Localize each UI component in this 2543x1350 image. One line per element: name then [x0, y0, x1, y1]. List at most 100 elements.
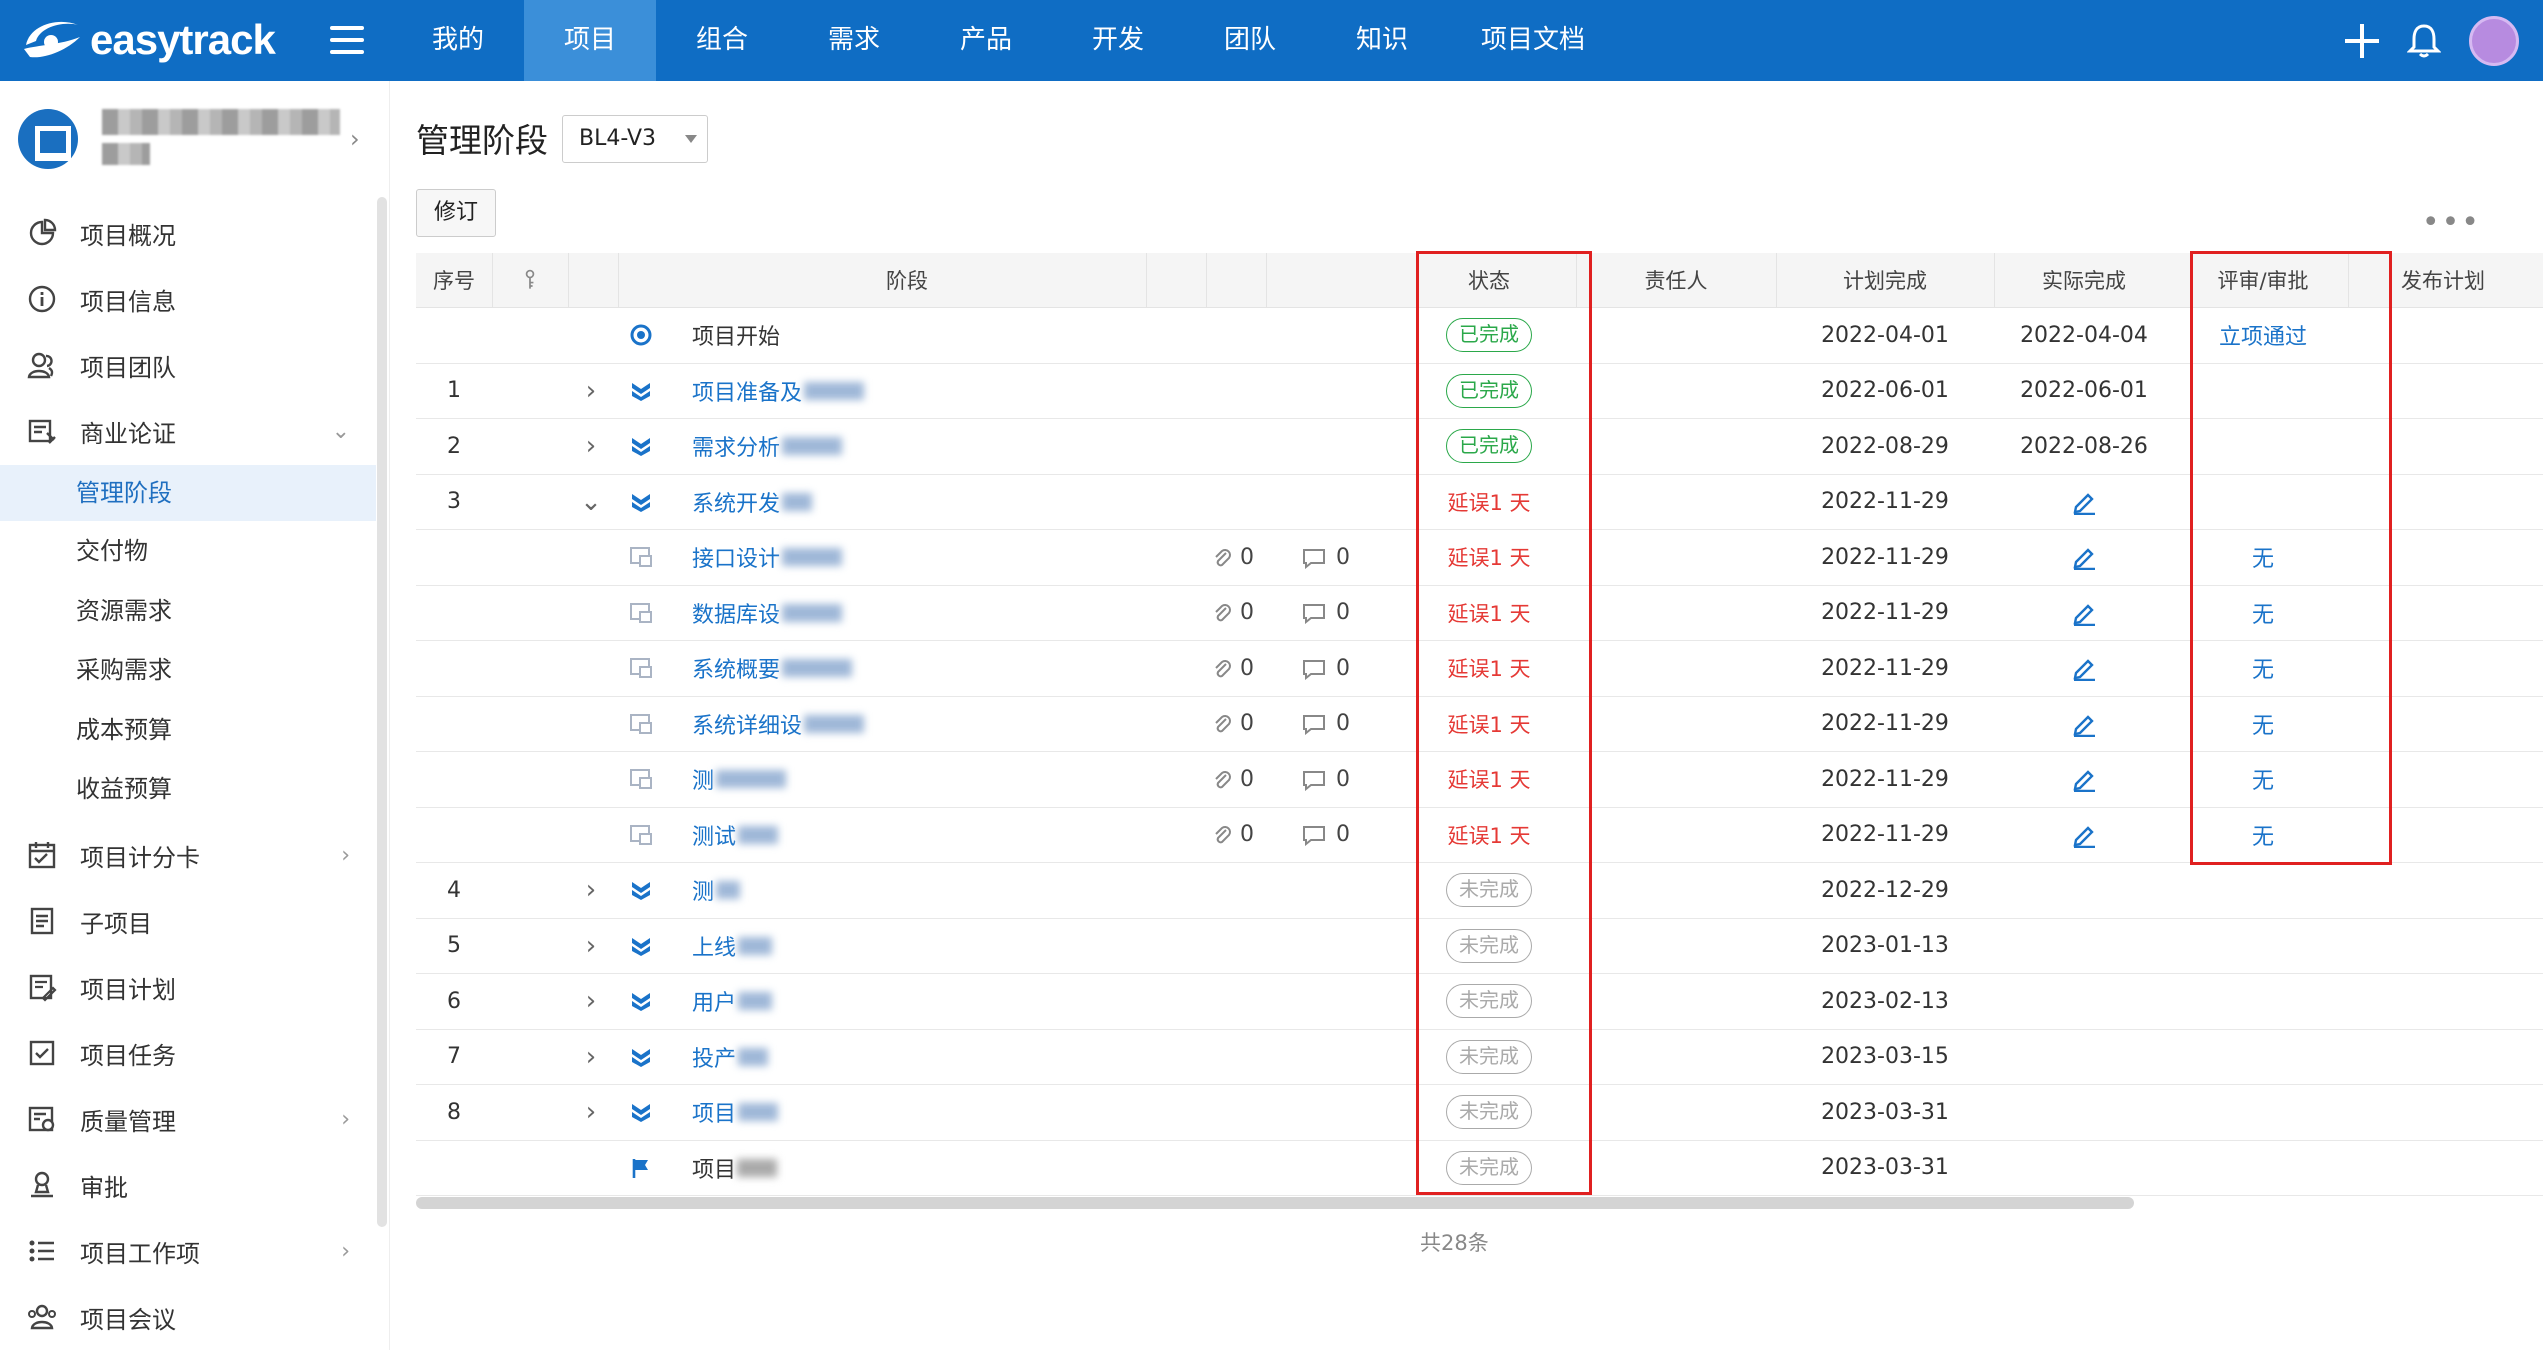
comment-count[interactable]: 0	[1302, 697, 1382, 752]
sidebar-subitem-cost-budget[interactable]: 成本预算	[0, 702, 376, 758]
nav-products[interactable]: 产品	[920, 0, 1052, 81]
table-row[interactable]: 4 › 测 未完成 2022-12-29	[416, 863, 2543, 919]
menu-toggle-icon[interactable]	[330, 26, 364, 54]
table-row[interactable]: 数据库设 0 0 延误1 天 2022-11-29 无	[416, 586, 2543, 641]
task-name-link[interactable]: 数据库设	[692, 586, 992, 641]
nav-team[interactable]: 团队	[1184, 0, 1316, 81]
chevron-right-icon[interactable]: ›	[566, 919, 616, 974]
stage-name-link[interactable]: 需求分析	[692, 419, 992, 474]
table-row[interactable]: 5 › 上线 未完成 2023-01-13	[416, 919, 2543, 974]
comment-count[interactable]: 0	[1302, 641, 1382, 696]
task-name-link[interactable]: 接口设计	[692, 530, 992, 585]
attachment-count[interactable]: 0	[1212, 530, 1292, 585]
sidebar-item-plan[interactable]: 项目计划	[0, 957, 376, 1017]
task-name-link[interactable]: 测试	[692, 808, 992, 863]
sidebar-subitem-revenue-budget[interactable]: 收益预算	[0, 761, 376, 817]
table-row[interactable]: 3 ⌄ 系统开发 延误1 天 2022-11-29	[416, 475, 2543, 530]
review-link[interactable]: 无	[2178, 752, 2348, 807]
table-row[interactable]: 项目开始 已完成 2022-04-01 2022-04-04 立项通过	[416, 308, 2543, 364]
sidebar-subitem-manage-stages[interactable]: 管理阶段	[0, 465, 376, 521]
sidebar-item-meetings[interactable]: 项目会议	[0, 1287, 376, 1347]
stage-name-link[interactable]: 测	[692, 863, 992, 918]
easytrack-logo[interactable]: easytrack	[18, 10, 276, 70]
stage-name-link[interactable]: 项目准备及	[692, 364, 992, 419]
header-priority-icon[interactable]	[492, 253, 568, 307]
chevron-right-icon[interactable]: ›	[566, 974, 616, 1029]
horizontal-scrollbar[interactable]	[416, 1197, 2134, 1209]
nav-portfolio[interactable]: 组合	[656, 0, 788, 81]
chevron-right-icon[interactable]: ›	[566, 1030, 616, 1085]
nav-project[interactable]: 项目	[524, 0, 656, 81]
review-link[interactable]: 无	[2178, 697, 2348, 752]
sidebar-item-info[interactable]: 项目信息	[0, 269, 376, 329]
table-row[interactable]: 接口设计 0 0 延误1 天 2022-11-29 无	[416, 530, 2543, 586]
sidebar-item-workitems[interactable]: 项目工作项 ›	[0, 1221, 376, 1281]
review-link[interactable]: 无	[2178, 641, 2348, 696]
nav-requirements[interactable]: 需求	[788, 0, 920, 81]
sidebar-item-team[interactable]: 项目团队	[0, 335, 376, 395]
review-link[interactable]: 无	[2178, 530, 2348, 585]
stage-name-link[interactable]: 用户	[692, 974, 992, 1029]
edit-icon[interactable]	[1994, 641, 2174, 696]
sidebar-item-approval[interactable]: 审批	[0, 1155, 376, 1215]
sidebar-item-business-case[interactable]: 商业论证 ⌄	[0, 401, 376, 461]
stage-name-link[interactable]: 系统开发	[692, 475, 992, 530]
nav-mine[interactable]: 我的	[392, 0, 524, 81]
project-switcher[interactable]: ›	[0, 81, 389, 189]
edit-icon[interactable]	[1994, 697, 2174, 752]
user-avatar[interactable]	[2469, 16, 2519, 66]
comment-count[interactable]: 0	[1302, 530, 1382, 585]
task-name-link[interactable]: 系统详细设	[692, 697, 992, 752]
edit-icon[interactable]	[1994, 808, 2174, 863]
attachment-count[interactable]: 0	[1212, 752, 1292, 807]
more-icon[interactable]: •••	[2422, 205, 2481, 240]
edit-icon[interactable]	[1994, 752, 2174, 807]
chevron-right-icon[interactable]: ›	[566, 863, 616, 918]
attachment-count[interactable]: 0	[1212, 697, 1292, 752]
sidebar-subitem-resource-demand[interactable]: 资源需求	[0, 583, 376, 639]
table-row[interactable]: 系统概要 0 0 延误1 天 2022-11-29 无	[416, 641, 2543, 697]
revise-button[interactable]: 修订	[416, 189, 496, 237]
chevron-right-icon[interactable]: ›	[566, 1085, 616, 1140]
table-row[interactable]: 系统详细设 0 0 延误1 天 2022-11-29 无	[416, 697, 2543, 752]
review-link[interactable]: 无	[2178, 586, 2348, 641]
stage-name-link[interactable]: 项目	[692, 1085, 992, 1140]
nav-project-docs[interactable]: 项目文档	[1448, 0, 1618, 81]
sidebar-item-tasks[interactable]: 项目任务	[0, 1023, 376, 1083]
sidebar-item-overview[interactable]: 项目概况	[0, 203, 376, 263]
table-row[interactable]: 测试 0 0 延误1 天 2022-11-29 无	[416, 808, 2543, 863]
comment-count[interactable]: 0	[1302, 808, 1382, 863]
sidebar-subitem-purchase-demand[interactable]: 采购需求	[0, 642, 376, 698]
comment-count[interactable]: 0	[1302, 752, 1382, 807]
table-row[interactable]: 项目 未完成 2023-03-31	[416, 1141, 2543, 1196]
chevron-down-icon[interactable]: ⌄	[566, 475, 616, 530]
sidebar-item-quality[interactable]: 质量管理 ›	[0, 1089, 376, 1149]
chevron-right-icon[interactable]: ›	[566, 419, 616, 474]
review-link[interactable]: 无	[2178, 808, 2348, 863]
edit-icon[interactable]	[1994, 586, 2174, 641]
chevron-right-icon[interactable]: ›	[350, 125, 360, 153]
sidebar-scrollbar[interactable]	[377, 197, 387, 1227]
table-row[interactable]: 2 › 需求分析 已完成 2022-08-29 2022-08-26	[416, 419, 2543, 475]
table-row[interactable]: 7 › 投产 未完成 2023-03-15	[416, 1030, 2543, 1085]
table-row[interactable]: 6 › 用户 未完成 2023-02-13	[416, 974, 2543, 1030]
task-name-link[interactable]: 系统概要	[692, 641, 992, 696]
table-row[interactable]: 测 0 0 延误1 天 2022-11-29 无	[416, 752, 2543, 808]
table-row[interactable]: 1 › 项目准备及 已完成 2022-06-01 2022-06-01	[416, 364, 2543, 419]
edit-icon[interactable]	[1994, 530, 2174, 585]
stage-name-link[interactable]: 上线	[692, 919, 992, 974]
attachment-count[interactable]: 0	[1212, 808, 1292, 863]
review-link[interactable]: 立项通过	[2178, 308, 2348, 363]
table-row[interactable]: 8 › 项目 未完成 2023-03-31	[416, 1085, 2543, 1141]
edit-icon[interactable]	[1994, 475, 2174, 530]
add-icon[interactable]	[2345, 24, 2379, 58]
nav-development[interactable]: 开发	[1052, 0, 1184, 81]
sidebar-item-subproject[interactable]: 子项目	[0, 891, 376, 951]
version-select[interactable]: BL4-V3	[562, 115, 708, 163]
attachment-count[interactable]: 0	[1212, 586, 1292, 641]
nav-knowledge[interactable]: 知识	[1316, 0, 1448, 81]
attachment-count[interactable]: 0	[1212, 641, 1292, 696]
comment-count[interactable]: 0	[1302, 586, 1382, 641]
chevron-right-icon[interactable]: ›	[566, 364, 616, 419]
sidebar-item-scorecard[interactable]: 项目计分卡 ›	[0, 825, 376, 885]
